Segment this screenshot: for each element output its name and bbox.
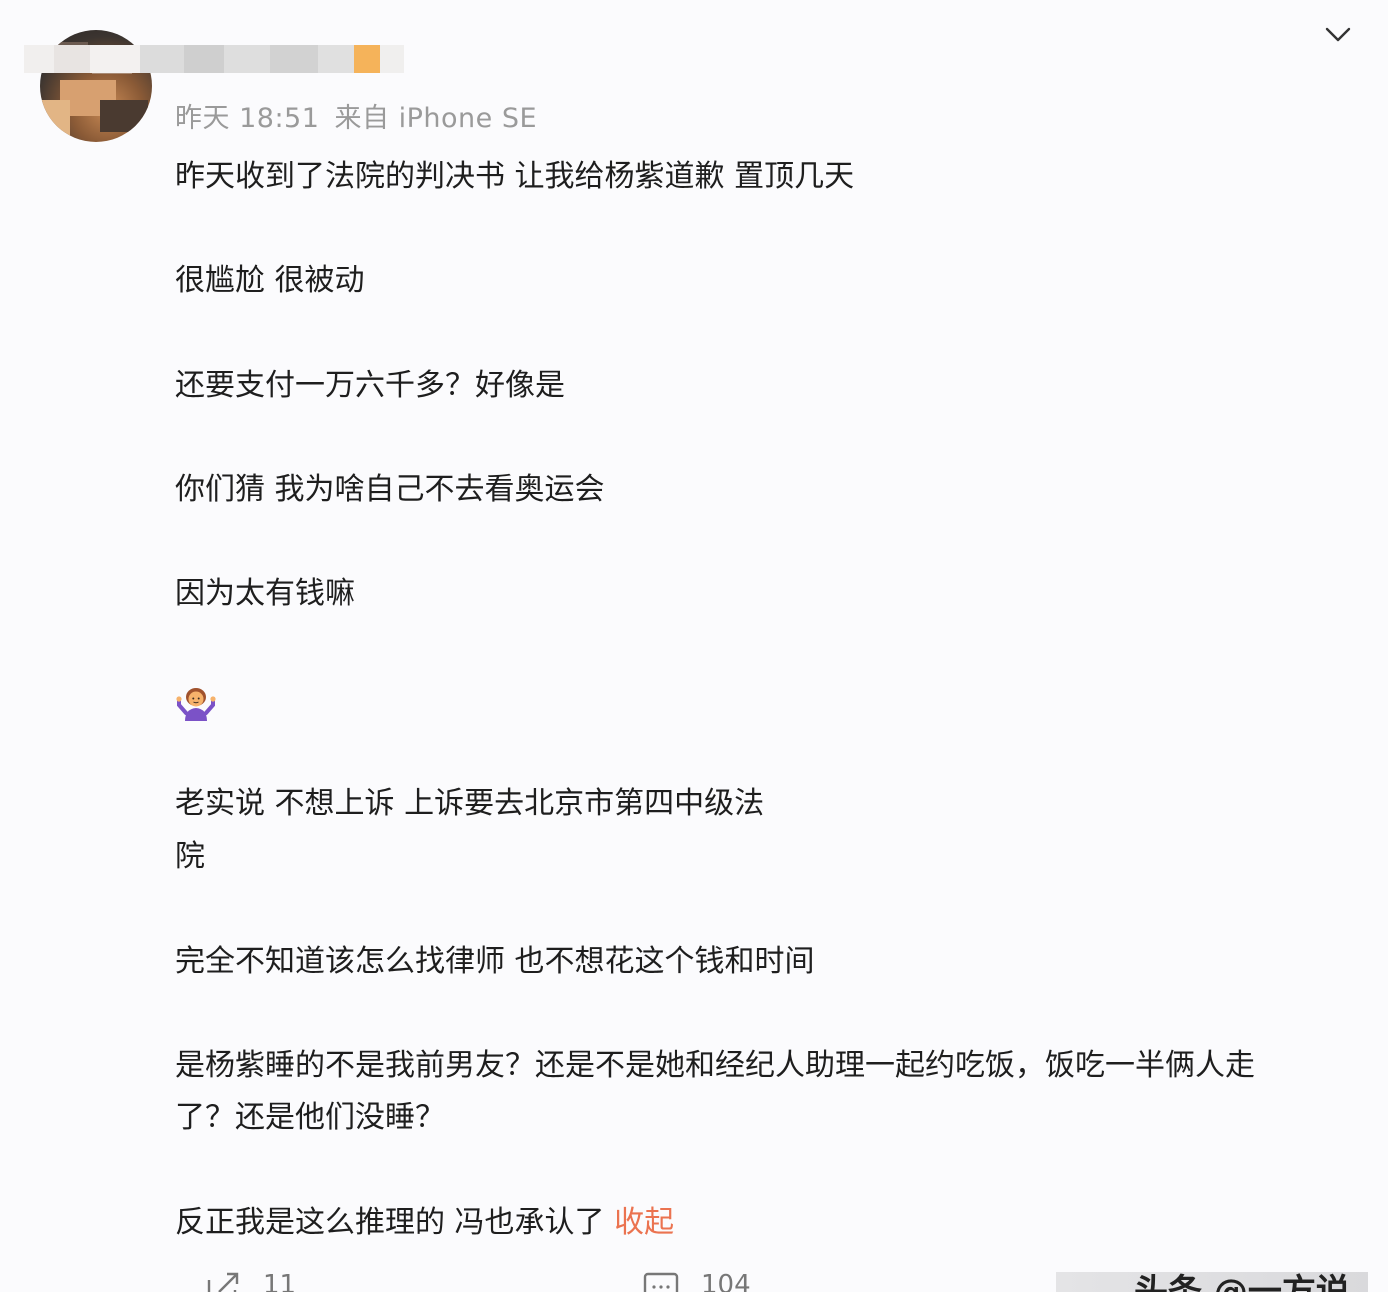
comment-count: 104 <box>701 1270 751 1292</box>
repost-icon <box>207 1272 239 1292</box>
watermark: 头条 @一方说 <box>1056 1272 1368 1292</box>
post-paragraph: 因为太有钱嘛 <box>175 576 355 611</box>
post-paragraph: 了？还是他们没睡？ <box>175 1100 445 1135</box>
comment-icon <box>643 1272 679 1292</box>
post-paragraph: 还要支付一万六千多？好像是 <box>175 368 565 403</box>
post-last-line: 反正我是这么推理的 冯也承认了 收起 <box>175 1197 1365 1249</box>
person-shrugging-emoji <box>176 683 216 723</box>
post-paragraph: 你们猜 我为啥自己不去看奥运会 <box>175 472 605 507</box>
post-paragraph: 昨天收到了法院的判决书 让我给杨紫道歉 置顶几天 <box>175 159 855 194</box>
username-masked[interactable] <box>24 45 404 73</box>
repost-button[interactable]: 11 <box>205 1270 296 1292</box>
post-paragraph: 完全不知道该怎么找律师 也不想花这个钱和时间 <box>175 944 815 979</box>
post-paragraph: 是杨紫睡的不是我前男友？还是不是她和经纪人助理一起约吃饭，饭吃一半俩人走 <box>175 1048 1255 1083</box>
post-source-prefix: 来自 <box>334 103 390 134</box>
post-paragraph: 反正我是这么推理的 冯也承认了 <box>175 1205 605 1240</box>
post-meta: 昨天 18:51 来自 iPhone SE <box>175 96 537 135</box>
post-paragraph: 很尴尬 很被动 <box>175 263 365 298</box>
comment-button[interactable]: 104 <box>643 1270 751 1292</box>
post-paragraph: 院 <box>175 839 205 874</box>
post-source[interactable]: iPhone SE <box>399 103 537 134</box>
post-paragraph: 老实说 不想上诉 上诉要去北京市第四中级法 <box>175 786 765 821</box>
repost-count: 11 <box>263 1270 297 1292</box>
chevron-down-icon[interactable] <box>1324 22 1352 46</box>
collapse-link[interactable]: 收起 <box>614 1205 674 1240</box>
post-timestamp: 昨天 18:51 <box>175 103 320 134</box>
